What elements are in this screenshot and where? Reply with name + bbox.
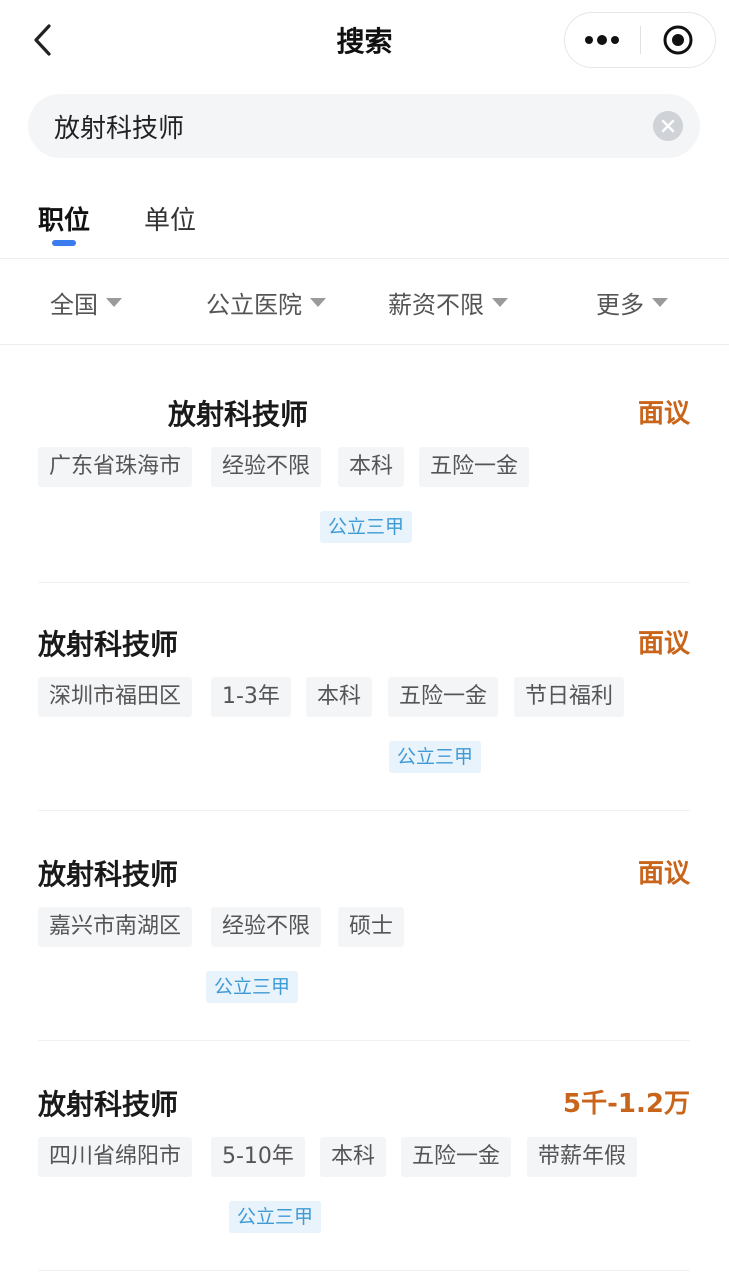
job-tag: 四川省绵阳市 <box>38 1137 193 1177</box>
job-tag: 经验不限 <box>211 447 322 487</box>
job-salary: 5千-1.2万 <box>563 1089 690 1119</box>
divider <box>0 344 729 345</box>
job-salary: 面议 <box>637 399 690 429</box>
filter-more[interactable]: 更多 <box>596 284 668 320</box>
job-tag: 本科 <box>306 677 373 717</box>
tab-units[interactable]: 单位 <box>144 200 196 237</box>
job-tag: 五险一金 <box>388 677 499 717</box>
search-input[interactable] <box>54 94 654 158</box>
target-circle-icon <box>663 25 693 55</box>
job-card[interactable]: 放射科技师 5千-1.2万 四川省绵阳市 5-10年 本科 五险一金 带薪年假 … <box>38 1083 690 1243</box>
close-icon <box>661 119 675 133</box>
miniprogram-capsule <box>564 12 716 68</box>
hospital-grade-badge: 公立三甲 <box>206 971 299 1003</box>
filter-salary[interactable]: 薪资不限 <box>388 284 508 320</box>
filter-label: 薪资不限 <box>388 290 484 319</box>
job-tag: 1-3年 <box>211 677 291 717</box>
job-tag: 经验不限 <box>211 907 322 947</box>
job-tag: 嘉兴市南湖区 <box>38 907 193 947</box>
divider <box>38 582 690 583</box>
job-tag: 深圳市福田区 <box>38 677 193 717</box>
divider <box>38 1270 690 1271</box>
more-button[interactable] <box>565 12 640 68</box>
caret-down-icon <box>652 297 668 307</box>
search-page: 搜索 放射科技师 职位 单位 全国 公立医院 薪资不限 更多 放射科技师 面议 … <box>0 0 729 1280</box>
filter-label: 更多 <box>596 290 644 319</box>
clear-search-button[interactable] <box>653 111 683 141</box>
job-salary: 面议 <box>637 629 690 659</box>
job-card[interactable]: 放射科技师 面议 广东省珠海市 经验不限 本科 五险一金 公立三甲 <box>38 393 690 553</box>
job-title: 放射科技师 <box>38 1088 179 1121</box>
job-tag: 本科 <box>338 447 405 487</box>
filter-hospital-type[interactable]: 公立医院 <box>206 284 326 320</box>
close-miniprogram-button[interactable] <box>641 12 716 68</box>
divider <box>38 1040 690 1041</box>
job-card[interactable]: 放射科技师 面议 嘉兴市南湖区 经验不限 硕士 公立三甲 <box>38 853 690 1013</box>
job-tag: 五险一金 <box>419 447 530 487</box>
hospital-grade-badge: 公立三甲 <box>229 1201 322 1233</box>
job-tag: 广东省珠海市 <box>38 447 193 487</box>
job-tag: 节日福利 <box>514 677 625 717</box>
caret-down-icon <box>310 297 326 307</box>
caret-down-icon <box>106 297 122 307</box>
search-box <box>28 94 700 158</box>
caret-down-icon <box>492 297 508 307</box>
tab-jobs[interactable]: 职位 <box>38 200 90 237</box>
job-tag: 本科 <box>320 1137 387 1177</box>
more-dots-icon <box>585 35 620 45</box>
job-card[interactable]: 放射科技师 面议 深圳市福田区 1-3年 本科 五险一金 节日福利 公立三甲 <box>38 623 690 783</box>
divider <box>0 258 729 259</box>
job-tag: 带薪年假 <box>527 1137 638 1177</box>
job-tag: 5-10年 <box>211 1137 305 1177</box>
filter-label: 全国 <box>50 290 98 319</box>
job-title: 放射科技师 <box>38 628 179 661</box>
filter-region[interactable]: 全国 <box>50 284 122 320</box>
filter-label: 公立医院 <box>206 290 302 319</box>
hospital-grade-badge: 公立三甲 <box>389 741 482 773</box>
job-title: 放射科技师 <box>168 398 309 431</box>
divider <box>38 810 690 811</box>
nav-bar: 搜索 <box>0 0 729 80</box>
job-title: 放射科技师 <box>38 858 179 891</box>
job-tag: 五险一金 <box>401 1137 512 1177</box>
job-salary: 面议 <box>637 859 690 889</box>
hospital-grade-badge: 公立三甲 <box>320 511 413 543</box>
active-tab-indicator <box>52 240 76 246</box>
job-tag: 硕士 <box>338 907 405 947</box>
